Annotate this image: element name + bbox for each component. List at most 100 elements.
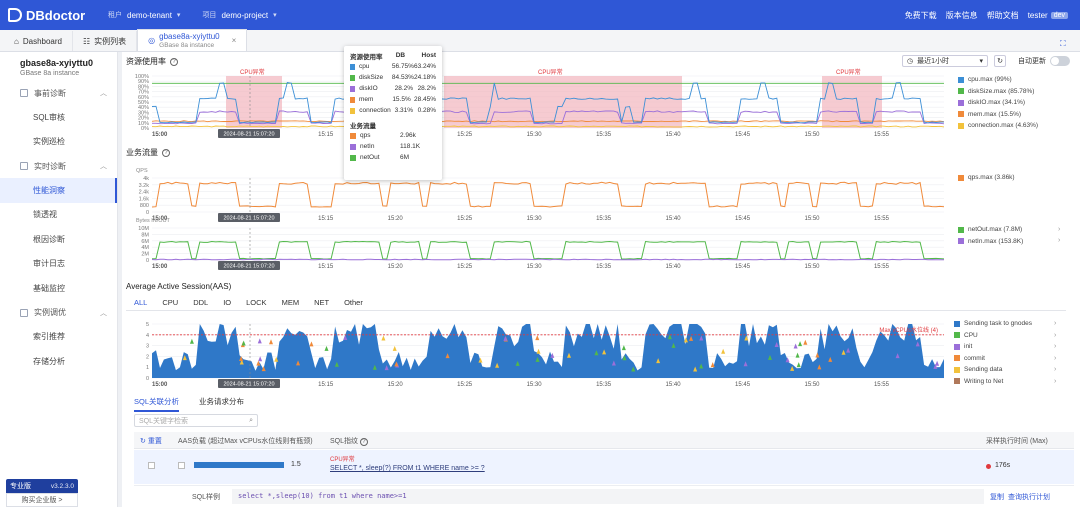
legend-disksize[interactable]: diskSize.max (85.78%) [958,86,1038,98]
legend-aas-cpu[interactable]: CPU [954,330,1032,342]
close-icon[interactable]: × [232,36,237,45]
sidebar-item-storage-analysis[interactable]: 存储分析 [0,349,117,374]
legend-mem[interactable]: mem.max (15.5%) [958,109,1038,121]
tab-sql-analysis[interactable]: SQL关联分析 [134,396,180,412]
chart-tooltip: 资源使用率 DB Host cpu 56.75% 63.24% diskSize 84.53… [344,46,442,180]
chevron-right-icon[interactable]: › [1054,332,1056,339]
chevron-right-icon[interactable]: › [1054,320,1056,327]
tab-instance[interactable]: ◎ gbase8a-xyiyttu0 GBase 8a instance × [137,29,248,51]
tenant-selector[interactable]: 租户 demo-tenant ▾ [108,10,180,20]
sidebar-item-inspection[interactable]: 实例巡检 [0,130,117,155]
x-tick-label: 15:45 [735,216,751,222]
x-tick-label: 15:00 [152,132,168,138]
version-info-link[interactable]: 版本信息 [946,10,978,21]
sidebar-item-sql-audit[interactable]: SQL审核 [0,105,117,130]
chevron-right-icon[interactable]: › [1058,226,1060,233]
tab-lock[interactable]: LOCK [246,298,266,307]
legend-init[interactable]: init [954,341,1032,353]
legend-swatch [958,174,964,181]
tab-cpu[interactable]: CPU [162,298,178,307]
legend-swatch [954,343,960,350]
tooltip-swatch [350,154,356,161]
x-tick-label: 15:15 [318,264,334,270]
aas-spike [381,335,386,341]
free-download-link[interactable]: 免费下载 [905,10,937,21]
qps-chart: QPS4k3.2k2.4k1.6k800015:0015:1015:1515:2… [136,168,945,222]
chevron-right-icon[interactable]: › [1054,343,1056,350]
table-row[interactable]: 1.5 CPU异常 SELECT *, sleep(?) FROM t1 WHE… [134,450,1074,484]
sql-search-input[interactable]: SQL关键字检索 ⌕ [134,414,258,427]
help-docs-link[interactable]: 帮助文档 [987,10,1019,21]
x-tick-label: 15:55 [874,264,890,270]
tab-io[interactable]: IO [223,298,231,307]
legend-diskio[interactable]: diskIO.max (34.1%) [958,97,1038,109]
sql-sample-row: SQL样例 select *,sleep(10) from t1 where n… [134,485,1074,507]
legend-sending-data[interactable]: Sending data [954,364,1032,376]
tab-other[interactable]: Other [344,298,363,307]
chevron-right-icon[interactable]: › [1054,378,1056,385]
reset-button[interactable]: ↻ 重置 [140,436,162,446]
user-badge: dev [1050,11,1068,19]
user-menu[interactable]: tester dev [1028,11,1068,20]
explain-plan-button[interactable]: 查询执行计划 [1008,492,1050,502]
sidebar-item-audit-log[interactable]: 审计日志 [0,252,117,277]
aas-spike [189,338,194,344]
legend-netin[interactable]: netIn.max (153.8K) [958,236,1023,248]
tab-ddl[interactable]: DDL [193,298,208,307]
legend-writing-to-net[interactable]: Writing to Net [954,376,1032,388]
legend-swatch [958,238,964,245]
fullscreen-icon[interactable]: ⛶ [1060,39,1066,49]
aas-spike [796,362,801,368]
tab-net[interactable]: NET [314,298,329,307]
help-icon[interactable]: ? [162,148,170,157]
chevron-right-icon[interactable]: › [1058,237,1060,244]
legend-commit[interactable]: commit [954,353,1032,365]
y-tick-label: 8M [141,232,149,238]
realtime-diagnosis-icon [20,162,28,170]
legend-qps[interactable]: qps.max (3.86k) [958,172,1015,184]
logo[interactable]: DBdoctor [8,8,98,23]
sidebar-item-index-recommend[interactable]: 索引推荐 [0,325,117,350]
tab-dashboard[interactable]: ⌂ Dashboard [0,31,73,51]
y-tick-label: 4 [146,333,149,339]
home-icon: ⌂ [14,36,19,46]
tooltip-value: 118.1K [400,143,421,150]
sidebar-group-tuning[interactable]: 实例调优 ︿ [0,301,117,325]
tab-request-distribution[interactable]: 业务请求分布 [199,396,244,412]
expand-icon[interactable] [178,462,185,469]
project-selector[interactable]: 项目 demo-project ▾ [202,10,276,20]
buy-enterprise-button[interactable]: 购买企业版 > [6,493,78,507]
series-qps [151,181,945,208]
help-icon[interactable]: ? [359,438,368,446]
chevron-right-icon[interactable]: › [1054,355,1056,362]
tooltip-host: 28.2% [417,85,436,92]
net-legend: netOut.max (7.8M) netIn.max (153.8K) [958,224,1023,247]
tooltip-db: 56.75% [391,63,414,70]
tuning-icon [20,308,28,317]
sidebar-item-performance-insight[interactable]: 性能洞察 [0,178,117,203]
x-tick-label: 15:30 [527,216,543,222]
tooltip-row: diskIO 28.2% 28.2% [350,83,436,94]
sql-fingerprint-link[interactable]: SELECT *, sleep(?) FROM t1 WHERE name >=… [330,465,485,472]
y-tick-label: 800 [140,203,149,209]
copy-button[interactable]: 复制 [990,492,1004,502]
x-tick-label: 15:20 [388,382,404,388]
x-tick-label: 15:55 [874,216,890,222]
legend-sending-task[interactable]: Sending task to gnodes [954,318,1032,330]
sidebar-group-pre-diagnosis[interactable]: 事前诊断 ︿ [0,81,117,105]
tab-mem[interactable]: MEM [282,298,300,307]
row-checkbox[interactable] [148,462,155,469]
legend-netout[interactable]: netOut.max (7.8M) [958,224,1023,236]
tab-instance-list[interactable]: ☷ 实例列表 [73,31,138,51]
sidebar-item-lock[interactable]: 锁透视 [0,203,117,228]
chevron-right-icon[interactable]: › [1054,366,1056,373]
sidebar-group-realtime-diagnosis[interactable]: 实时诊断 ︿ [0,154,117,178]
sidebar-item-basic-monitor[interactable]: 基础监控 [0,276,117,301]
sidebar-item-root-cause[interactable]: 根因诊断 [0,227,117,252]
anomaly-tag: CPU异常 [330,457,355,463]
tooltip-swatch [350,107,356,114]
chevron-up-icon: ︿ [100,90,107,97]
legend-cpu[interactable]: cpu.max (99%) [958,74,1038,86]
tab-all[interactable]: ALL [134,298,147,307]
legend-connection[interactable]: connection.max (4.63%) [958,120,1038,132]
